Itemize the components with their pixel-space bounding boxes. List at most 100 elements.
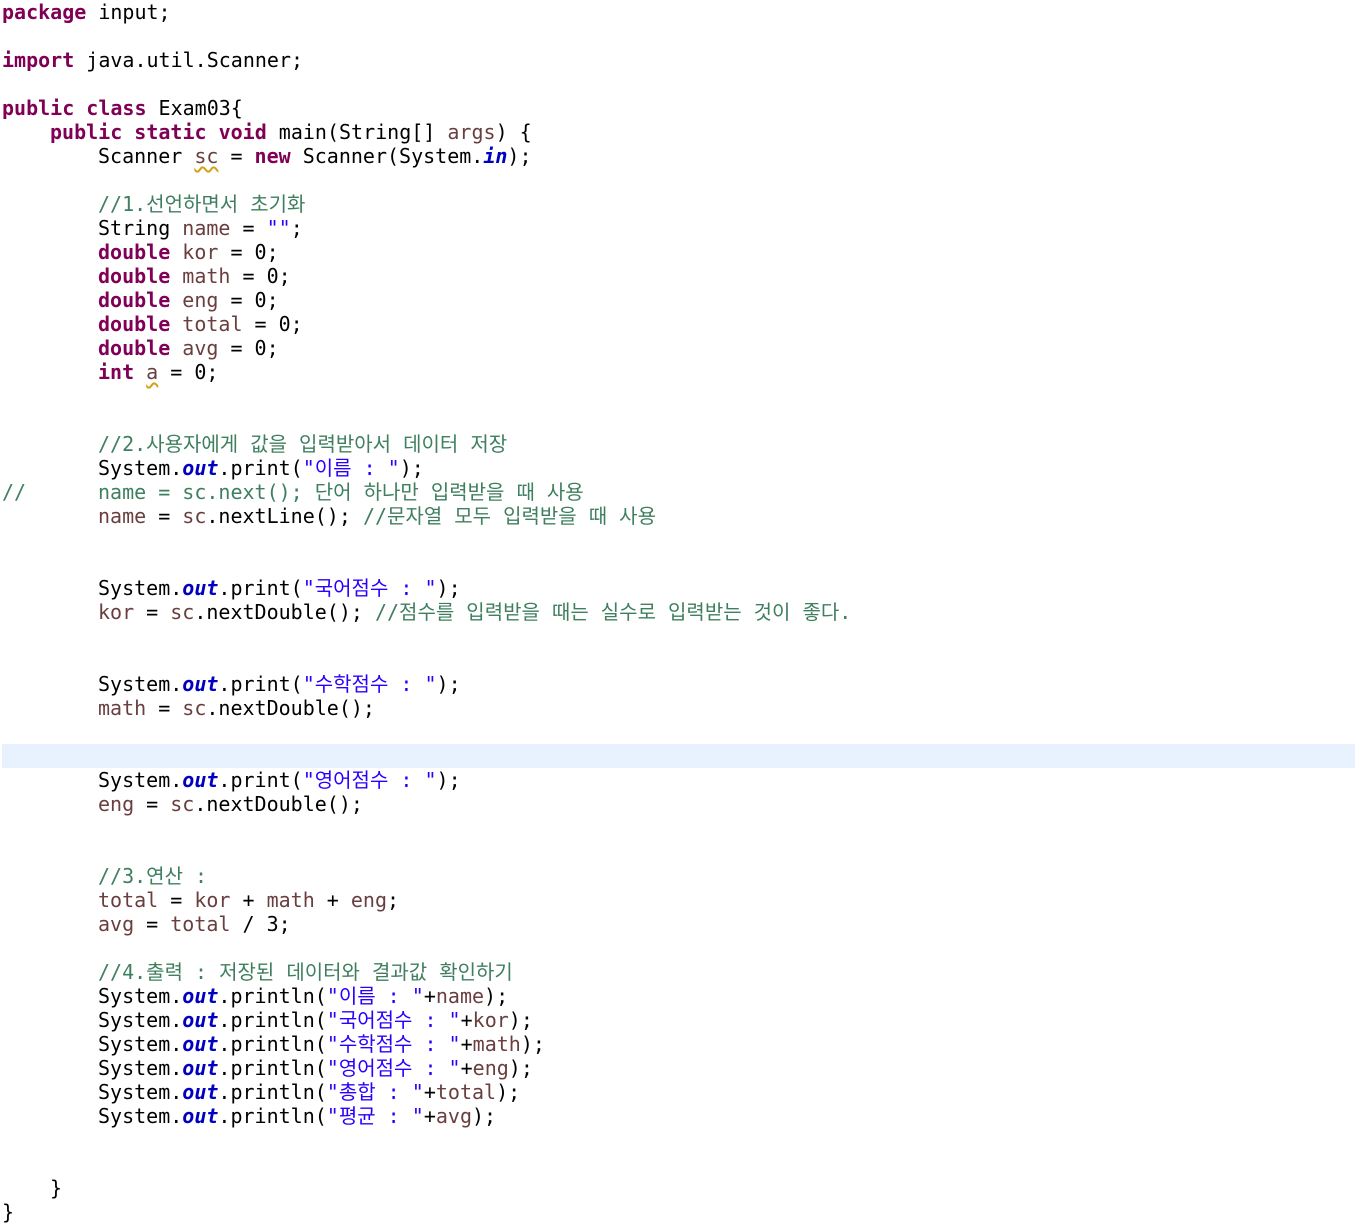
code-line[interactable]: //2.사용자에게 값을 입력받아서 데이터 저장 <box>0 432 1355 456</box>
code-token: out <box>182 1104 219 1128</box>
code-line[interactable]: //3.연산 : <box>0 864 1355 888</box>
code-line[interactable]: // name = sc.next(); 단어 하나만 입력받을 때 사용 <box>0 480 1355 504</box>
code-text: System.out.println("수학점수 : "+math); <box>98 1032 545 1056</box>
code-text: System.out.println("영어점수 : "+eng); <box>98 1056 533 1080</box>
code-token: .println( <box>218 1056 327 1080</box>
code-token: //3.연산 : <box>98 864 208 888</box>
code-line[interactable]: avg = total / 3; <box>0 912 1355 936</box>
code-text: avg = total / 3; <box>98 912 291 936</box>
code-line[interactable]: import java.util.Scanner; <box>0 48 1355 72</box>
code-line[interactable]: name = sc.nextLine(); //문자열 모두 입력받을 때 사용 <box>0 504 1355 528</box>
code-token: out <box>182 768 219 792</box>
code-token: .println( <box>218 1104 327 1128</box>
code-line[interactable]: System.out.print("이름 : "); <box>0 456 1355 480</box>
code-token: System. <box>98 1056 183 1080</box>
code-token: out <box>182 672 219 696</box>
code-line[interactable]: System.out.println("총합 : "+total); <box>0 1080 1355 1104</box>
current-line[interactable] <box>2 744 1355 768</box>
code-token: = <box>146 696 183 720</box>
code-token: "이름 : " <box>302 456 400 480</box>
code-token: //4.출력 : 저장된 데이터와 결과값 확인하기 <box>98 960 513 984</box>
code-token: kor <box>472 1008 509 1032</box>
code-token: .print( <box>218 456 303 480</box>
code-line[interactable]: int a = 0; <box>0 360 1355 384</box>
code-text: System.out.print("이름 : "); <box>98 456 424 480</box>
code-token: double <box>98 288 171 312</box>
code-token: args <box>447 120 496 144</box>
code-token: "수학점수 : " <box>302 672 437 696</box>
code-line[interactable]: math = sc.nextDouble(); <box>0 696 1355 720</box>
code-token: sc <box>170 792 195 816</box>
code-token: "이름 : " <box>326 984 424 1008</box>
code-line[interactable]: double total = 0; <box>0 312 1355 336</box>
code-line[interactable]: eng = sc.nextDouble(); <box>0 792 1355 816</box>
code-token: + <box>314 888 351 912</box>
code-line[interactable]: String name = ""; <box>0 216 1355 240</box>
code-text: double math = 0; <box>98 264 291 288</box>
code-token: ); <box>508 1056 533 1080</box>
code-token: //2.사용자에게 값을 입력받아서 데이터 저장 <box>98 432 508 456</box>
code-line[interactable]: public class Exam03{ <box>0 96 1355 120</box>
code-token: Scanner(System. <box>290 144 484 168</box>
code-line[interactable]: Scanner sc = new Scanner(System.in); <box>0 144 1355 168</box>
code-token: System. <box>98 1032 183 1056</box>
code-token: ; <box>290 216 303 240</box>
code-token: //점수를 입력받을 때는 실수로 입력받는 것이 좋다. <box>374 600 852 624</box>
code-text: System.out.println("국어점수 : "+kor); <box>98 1008 533 1032</box>
code-line[interactable]: System.out.println("이름 : "+name); <box>0 984 1355 1008</box>
code-line[interactable]: System.out.print("수학점수 : "); <box>0 672 1355 696</box>
code-line[interactable]: System.out.println("국어점수 : "+kor); <box>0 1008 1355 1032</box>
code-line[interactable]: double kor = 0; <box>0 240 1355 264</box>
code-token: "영어점수 : " <box>302 768 437 792</box>
code-token: = <box>230 216 267 240</box>
code-token: ); <box>436 672 461 696</box>
code-line[interactable]: System.out.println("수학점수 : "+math); <box>0 1032 1355 1056</box>
code-token: ) { <box>495 120 532 144</box>
code-token: out <box>182 1008 219 1032</box>
code-token: new <box>254 144 291 168</box>
code-token: .nextDouble(); <box>194 600 375 624</box>
code-text: System.out.print("수학점수 : "); <box>98 672 461 696</box>
code-line[interactable]: System.out.print("영어점수 : "); <box>0 768 1355 792</box>
code-token: double <box>98 336 171 360</box>
code-token: public <box>50 120 123 144</box>
code-token: out <box>182 576 219 600</box>
code-line[interactable]: } <box>0 1200 1355 1224</box>
code-line[interactable]: System.out.println("평균 : "+avg); <box>0 1104 1355 1128</box>
code-text: System.out.println("이름 : "+name); <box>98 984 508 1008</box>
code-token: .print( <box>218 672 303 696</box>
code-text: int a = 0; <box>98 360 218 384</box>
code-line[interactable]: double eng = 0; <box>0 288 1355 312</box>
code-token: out <box>182 1080 219 1104</box>
code-token: + <box>460 1056 473 1080</box>
code-line[interactable]: System.out.println("영어점수 : "+eng); <box>0 1056 1355 1080</box>
code-line[interactable]: package input; <box>0 0 1355 24</box>
code-token: = 0; <box>218 240 279 264</box>
code-line[interactable]: kor = sc.nextDouble(); //점수를 입력받을 때는 실수로… <box>0 600 1355 624</box>
line-comment-marker: // <box>2 480 27 504</box>
code-token: String <box>98 216 183 240</box>
code-token: = <box>158 888 195 912</box>
code-line[interactable]: } <box>0 1176 1355 1200</box>
code-token: total <box>170 912 231 936</box>
code-line[interactable]: double math = 0; <box>0 264 1355 288</box>
code-token: .println( <box>218 1032 327 1056</box>
code-token: .print( <box>218 768 303 792</box>
code-line[interactable]: //4.출력 : 저장된 데이터와 결과값 확인하기 <box>0 960 1355 984</box>
code-token: System. <box>98 672 183 696</box>
code-line[interactable]: total = kor + math + eng; <box>0 888 1355 912</box>
code-line[interactable]: double avg = 0; <box>0 336 1355 360</box>
code-token: out <box>182 456 219 480</box>
code-text: kor = sc.nextDouble(); //점수를 입력받을 때는 실수로… <box>98 600 851 624</box>
code-text: double avg = 0; <box>98 336 279 360</box>
code-line[interactable]: public static void main(String[] args) { <box>0 120 1355 144</box>
code-line[interactable]: //1.선언하면서 초기화 <box>0 192 1355 216</box>
code-editor[interactable]: package input; import java.util.Scanner; p… <box>0 0 1355 1224</box>
code-token: main(String[] <box>266 120 448 144</box>
code-line[interactable]: System.out.print("국어점수 : "); <box>0 576 1355 600</box>
code-token: static <box>134 120 207 144</box>
